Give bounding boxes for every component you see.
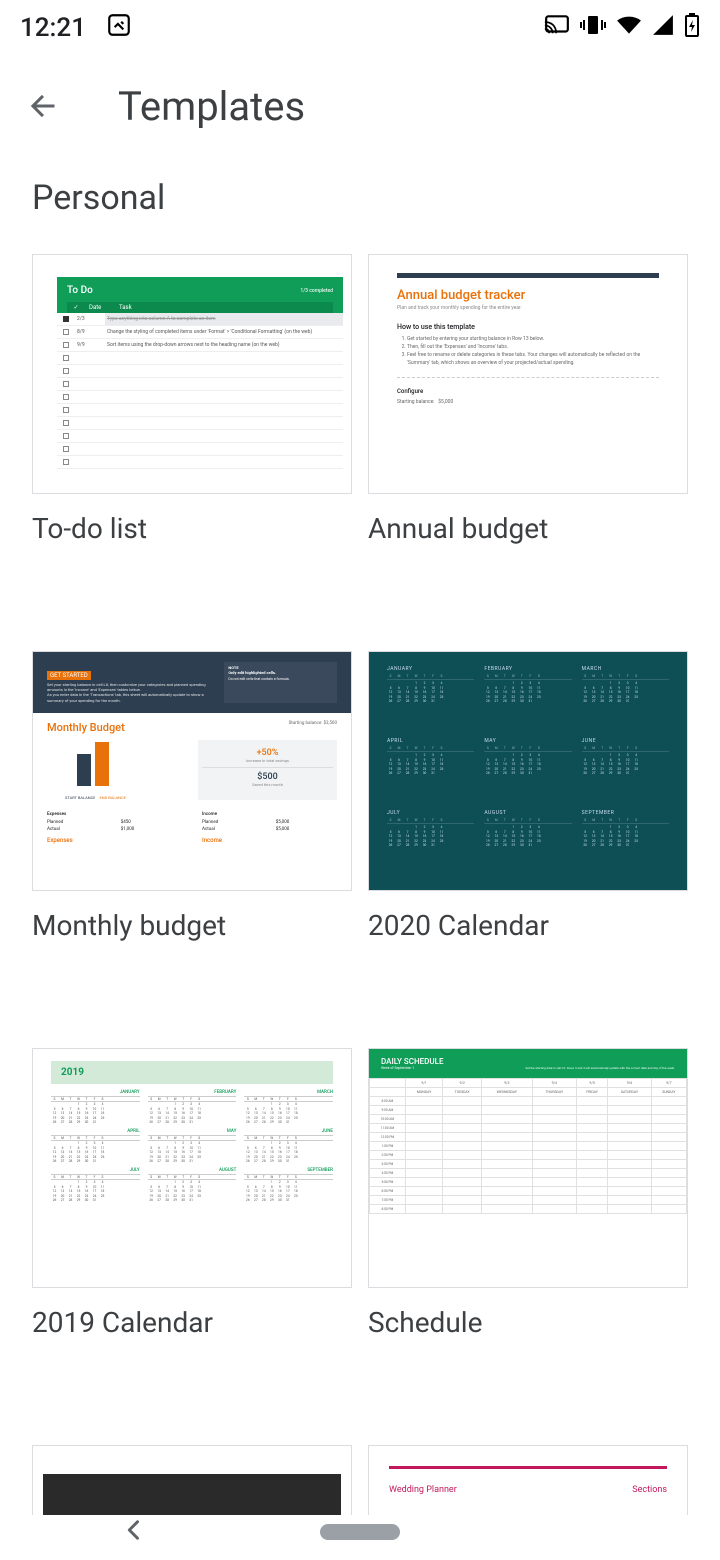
template-thumbnail: To Do1/3 completed ✓DateTask 2/3Type any…	[32, 254, 352, 494]
template-label: Schedule	[368, 1306, 688, 1339]
screenshot-icon	[106, 12, 132, 45]
status-bar: 12:21	[0, 0, 720, 56]
template-card-todo[interactable]: To Do1/3 completed ✓DateTask 2/3Type any…	[32, 254, 352, 625]
template-card-schedule[interactable]: DAILY SCHEDULEWeek of September 1Set the…	[368, 1048, 688, 1419]
system-nav-bar	[0, 1504, 720, 1560]
template-thumbnail: Annual budget tracker Plan and track you…	[368, 254, 688, 494]
status-time: 12:21	[20, 13, 86, 43]
template-label: Annual budget	[368, 512, 688, 545]
app-bar: Templates	[0, 56, 720, 156]
template-thumbnail: DAILY SCHEDULEWeek of September 1Set the…	[368, 1048, 688, 1288]
section-title-personal: Personal	[32, 178, 688, 218]
nav-home-pill[interactable]	[320, 1524, 400, 1540]
page-title: Templates	[118, 83, 305, 130]
cast-icon	[544, 13, 570, 43]
chevron-left-icon	[120, 1516, 148, 1544]
nav-back-button[interactable]	[120, 1516, 148, 1548]
template-label: Monthly budget	[32, 909, 352, 942]
template-label: To-do list	[32, 512, 352, 545]
template-card-2020-calendar[interactable]: JANUARYSMTWTFS12345678910111213141516171…	[368, 651, 688, 1022]
template-thumbnail: 2019JANUARYSMTWTFS1234567891011121314151…	[32, 1048, 352, 1288]
templates-section: Personal To Do1/3 completed ✓DateTask 2/…	[0, 178, 720, 1515]
template-thumbnail: GET STARTEDSet your starting balance in …	[32, 651, 352, 891]
template-card-2019-calendar[interactable]: 2019JANUARYSMTWTFS1234567891011121314151…	[32, 1048, 352, 1419]
template-grid: To Do1/3 completed ✓DateTask 2/3Type any…	[32, 254, 688, 1515]
template-label: 2019 Calendar	[32, 1306, 352, 1339]
template-thumbnail: JANUARYSMTWTFS12345678910111213141516171…	[368, 651, 688, 891]
wifi-icon	[616, 13, 642, 43]
vibrate-icon	[580, 13, 606, 43]
template-label: 2020 Calendar	[368, 909, 688, 942]
back-button[interactable]	[20, 82, 68, 130]
template-card-annual-budget[interactable]: Annual budget tracker Plan and track you…	[368, 254, 688, 625]
battery-icon	[684, 13, 700, 44]
template-card-monthly-budget[interactable]: GET STARTEDSet your starting balance in …	[32, 651, 352, 1022]
signal-icon	[652, 13, 674, 43]
arrow-back-icon	[26, 88, 62, 124]
